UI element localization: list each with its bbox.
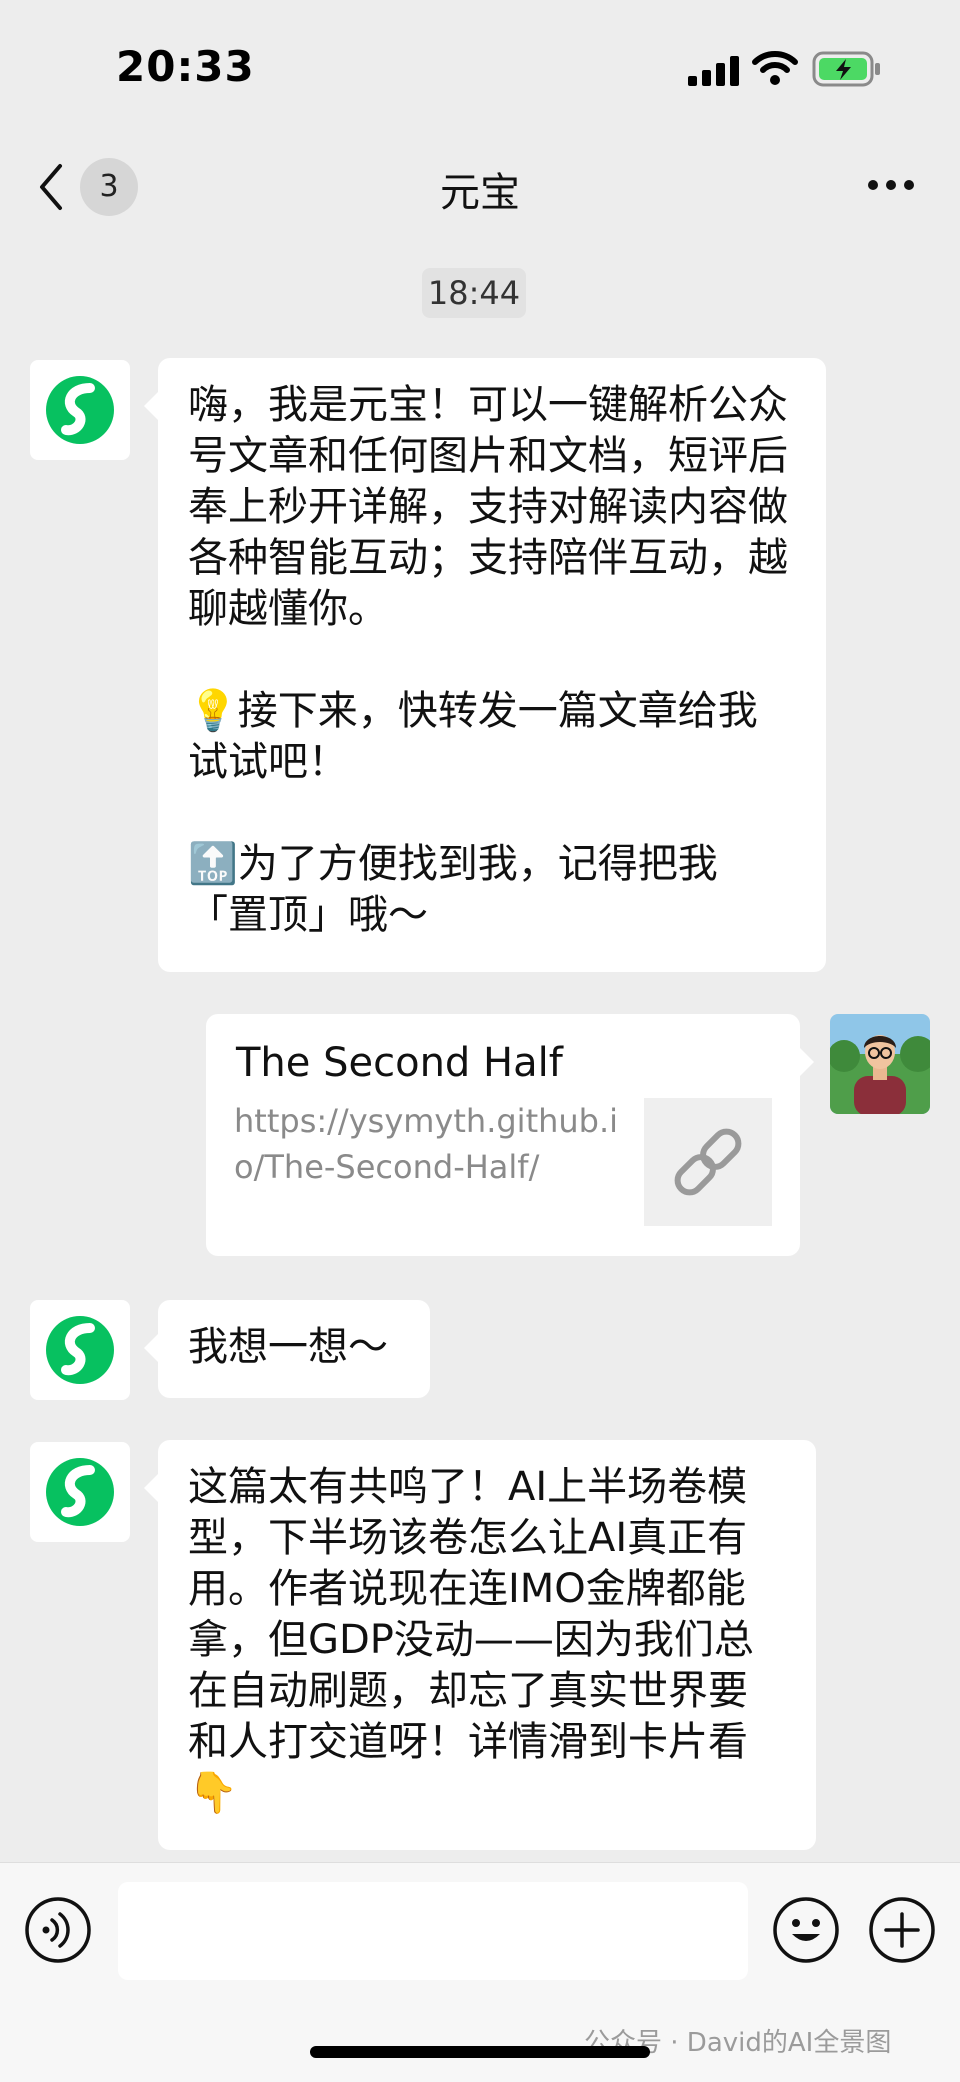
link-card-title: The Second Half xyxy=(236,1040,563,1086)
user-avatar[interactable] xyxy=(830,1014,930,1114)
chat-title: 元宝 xyxy=(440,170,520,216)
status-time: 20:33 xyxy=(116,42,255,91)
yuanbao-logo-icon xyxy=(46,1458,114,1526)
more-icon[interactable] xyxy=(866,178,916,192)
message-text: 我想一想～ xyxy=(188,1324,388,1370)
bot-avatar[interactable] xyxy=(30,1300,130,1400)
message-text: 这篇太有共鸣了！AI上半场卷模型，下半场该卷怎么让AI真正有用。作者说现在连IM… xyxy=(188,1464,754,1816)
signal-icon xyxy=(688,56,739,86)
message-input[interactable] xyxy=(118,1882,748,1980)
home-indicator[interactable] xyxy=(310,2046,650,2058)
message-bubble-thinking[interactable]: 我想一想～ xyxy=(144,1300,430,1398)
plus-icon[interactable] xyxy=(868,1896,936,1964)
link-card-thumbnail xyxy=(644,1098,772,1226)
yuanbao-logo-icon xyxy=(46,1316,114,1384)
link-card-url: https://ysymyth.github.io/The-Second-Hal… xyxy=(234,1102,619,1186)
message-timestamp: 18:44 xyxy=(422,268,526,318)
unread-count-badge: 3 xyxy=(80,158,138,216)
user-avatar-illustration xyxy=(830,1014,930,1114)
message-text: 🔝为了方便找到我，记得把我「置顶」哦～ xyxy=(188,841,718,938)
emoji-icon[interactable] xyxy=(772,1896,840,1964)
yuanbao-logo-icon xyxy=(46,376,114,444)
link-icon xyxy=(674,1128,742,1196)
message-text: 嗨，我是元宝！可以一键解析公众号文章和任何图片和文档，短评后奉上秒开详解，支持对… xyxy=(188,382,788,632)
battery-charging-icon xyxy=(812,51,880,87)
wifi-icon xyxy=(752,51,798,85)
bot-avatar[interactable] xyxy=(30,1442,130,1542)
message-text: 💡接下来，快转发一篇文章给我试试吧！ xyxy=(188,688,758,785)
bot-avatar[interactable] xyxy=(30,360,130,460)
chevron-left-icon xyxy=(40,164,62,210)
voice-icon[interactable] xyxy=(24,1896,92,1964)
message-bubble-welcome[interactable]: 嗨，我是元宝！可以一键解析公众号文章和任何图片和文档，短评后奉上秒开详解，支持对… xyxy=(144,358,826,972)
back-button[interactable]: 3 xyxy=(36,158,140,216)
message-bubble-summary[interactable]: 这篇太有共鸣了！AI上半场卷模型，下半场该卷怎么让AI真正有用。作者说现在连IM… xyxy=(144,1440,816,1850)
